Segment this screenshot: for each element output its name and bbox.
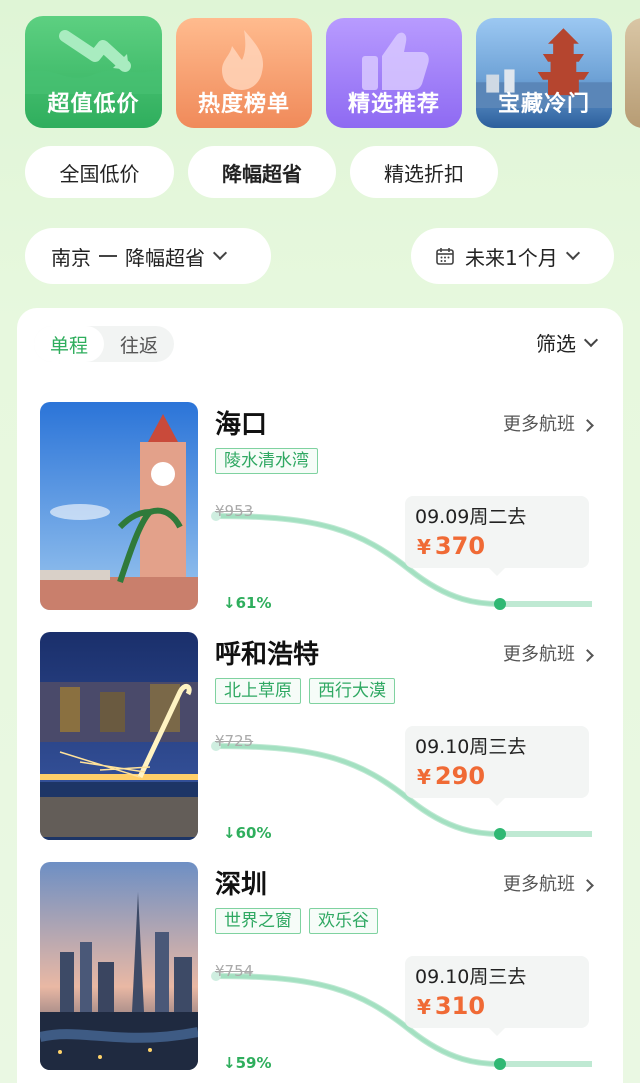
currency: ¥ (417, 995, 431, 1019)
route-selector[interactable]: 南京 降幅超省 (25, 228, 271, 284)
drop-percent: ↓60% (223, 824, 272, 842)
tag: 世界之窗 (215, 908, 301, 934)
chip-selected-discount[interactable]: 精选折扣 (350, 146, 498, 198)
tag: 西行大漠 (309, 678, 395, 704)
original-price: ¥754 (215, 962, 254, 980)
drop-percent: ↓59% (223, 1054, 272, 1072)
tab-roundtrip[interactable]: 往返 (104, 326, 174, 362)
haikou-clock-tower-photo (40, 402, 198, 610)
currency: ¥ (417, 765, 431, 789)
more-flights-link[interactable]: 更多航班 (503, 640, 594, 666)
arrow-down-trend-icon (25, 30, 162, 94)
more-flights-label: 更多航班 (503, 874, 575, 895)
more-flights-label: 更多航班 (503, 644, 575, 665)
more-flights-link[interactable]: 更多航班 (503, 870, 594, 896)
list-item[interactable]: 海口 更多航班 陵水清水湾 ¥953 ↓61% 09.09周二去 ¥370 (40, 402, 600, 612)
category-tile-low-price[interactable]: 超值低价 (25, 16, 162, 128)
drop-value: 61% (235, 594, 272, 612)
date-range-label: 未来1个月 (465, 245, 558, 270)
price-tooltip: 09.10周三去 ¥290 (405, 726, 589, 806)
category-tile-hidden-gems[interactable]: 宝藏冷门 (476, 18, 612, 128)
tag: 欢乐谷 (309, 908, 378, 934)
shenzhen-skyline-photo (40, 862, 198, 1070)
price-tooltip: 09.10周三去 ¥310 (405, 956, 589, 1036)
more-flights-link[interactable]: 更多航班 (503, 410, 594, 436)
category-tiles: 超值低价 热度榜单 精选推荐 宝藏冷门 (0, 0, 640, 135)
price: ¥290 (417, 762, 485, 790)
chip-label: 全国低价 (59, 161, 140, 186)
price: ¥370 (417, 532, 485, 560)
route-mode: 降幅超省 (125, 245, 205, 270)
category-tile-hot-list[interactable]: 热度榜单 (176, 18, 312, 128)
date-range-selector[interactable]: 未来1个月 (411, 228, 614, 284)
price-value: 310 (434, 992, 486, 1020)
drop-value: 60% (235, 824, 272, 842)
chip-label: 降幅超省 (222, 158, 302, 187)
departure-city: 南京 (51, 245, 91, 270)
category-tile-recommended[interactable]: 精选推荐 (326, 18, 462, 128)
category-label: 超值低价 (47, 92, 140, 117)
filter-label: 筛选 (536, 332, 576, 356)
chevron-down-icon (565, 245, 580, 261)
category-label: 宝藏冷门 (497, 92, 590, 117)
category-tile-partial[interactable] (625, 18, 640, 128)
departure-date: 09.09周二去 (415, 506, 527, 528)
city-name: 呼和浩特 (215, 640, 320, 670)
chevron-down-icon (583, 332, 599, 347)
price-value: 290 (434, 762, 486, 790)
chip-biggest-drop[interactable]: 降幅超省 (188, 146, 336, 198)
calendar-icon (436, 248, 454, 265)
tag-list: 世界之窗 欢乐谷 (215, 908, 378, 934)
tag: 陵水清水湾 (215, 448, 318, 474)
category-label: 精选推荐 (347, 92, 440, 117)
list-item[interactable]: 深圳 更多航班 世界之窗 欢乐谷 ¥754 ↓59% 09.10周三去 ¥310 (40, 862, 600, 1072)
city-name: 深圳 (215, 870, 268, 900)
original-price: ¥725 (215, 732, 254, 750)
trip-type-toggle: 单程 往返 (34, 326, 174, 362)
drop-percent: ↓61% (223, 594, 272, 612)
category-label: 热度榜单 (197, 92, 290, 117)
price-value: 370 (434, 532, 486, 560)
filter-button[interactable]: 筛选 (536, 328, 599, 357)
chevron-right-icon (581, 649, 594, 662)
hohhot-night-bridge-photo (40, 632, 198, 840)
tag-list: 陵水清水湾 (215, 448, 318, 474)
drop-value: 59% (235, 1054, 272, 1072)
currency: ¥ (417, 535, 431, 559)
chevron-down-icon (212, 245, 228, 261)
original-price: ¥953 (215, 502, 254, 520)
dash-separator (99, 255, 117, 257)
price-tooltip: 09.09周二去 ¥370 (405, 496, 589, 576)
chevron-right-icon (581, 879, 594, 892)
city-name: 海口 (215, 410, 268, 440)
departure-date: 09.10周三去 (415, 736, 527, 758)
tag: 北上草原 (215, 678, 301, 704)
price: ¥310 (417, 992, 485, 1020)
more-flights-label: 更多航班 (503, 414, 575, 435)
departure-date: 09.10周三去 (415, 966, 527, 988)
tag-list: 北上草原 西行大漠 (215, 678, 395, 704)
chevron-right-icon (581, 419, 594, 432)
tab-oneway[interactable]: 单程 (34, 326, 104, 362)
list-item[interactable]: 呼和浩特 更多航班 北上草原 西行大漠 ¥725 ↓60% 09.10周三去 ¥… (40, 632, 600, 842)
chip-label: 精选折扣 (384, 161, 464, 186)
chip-national-low-price[interactable]: 全国低价 (25, 146, 174, 198)
